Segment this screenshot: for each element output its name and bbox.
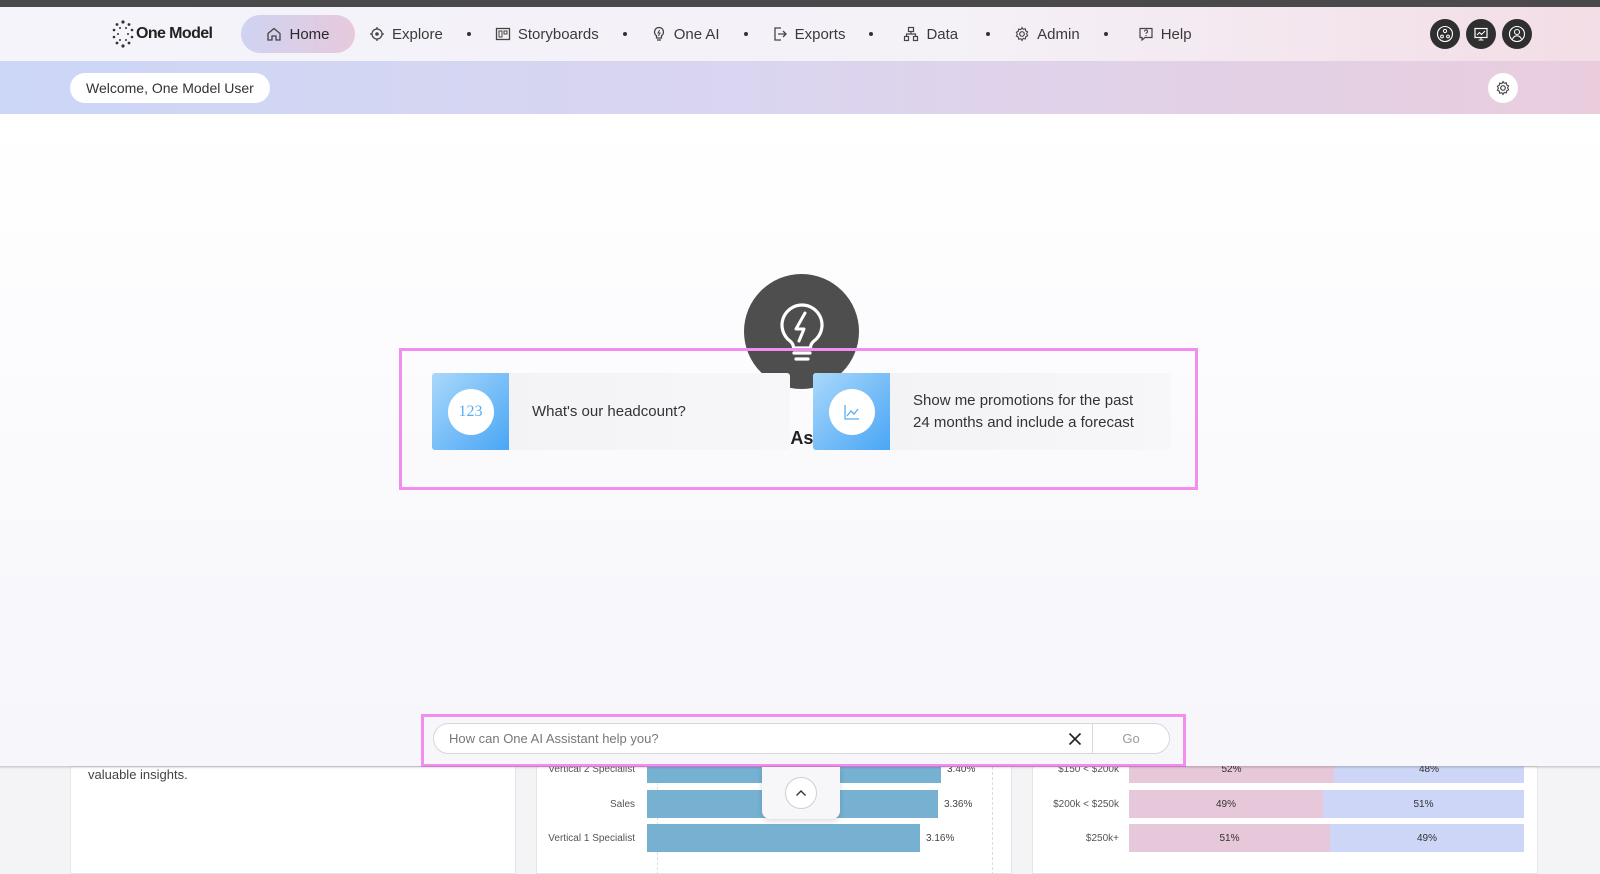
nav-label-home: Home: [289, 25, 330, 43]
nav-separator: [466, 32, 471, 36]
help-icon: [1139, 27, 1153, 42]
nav-separator: [986, 32, 991, 36]
suggestion-text: Show me promotions for the past 24 month…: [913, 391, 1134, 431]
org-chart-icon: [1436, 25, 1454, 43]
numbers-icon: 123: [447, 388, 494, 435]
admin-icon: [1015, 26, 1029, 42]
bar-row: Sales 3.36%: [537, 790, 972, 818]
navbar-right-actions: [1430, 19, 1532, 49]
nav-separator: [1103, 32, 1108, 36]
stacked-segment-a: 49%: [1129, 790, 1323, 818]
nav-item-exports[interactable]: Exports: [758, 15, 860, 53]
logo-text: One Model: [136, 25, 213, 42]
nav-separator: [622, 32, 627, 36]
numbers-icon-text: 123: [458, 402, 483, 420]
one-model-logo[interactable]: One Model: [112, 17, 213, 51]
nav-label-exports: Exports: [794, 25, 846, 43]
nav-item-storyboards[interactable]: Storyboards: [481, 15, 613, 53]
dashboard-card-stacked-chart: $150 < $200k 52% 48% $200k < $250k 49% 51% $25…: [1032, 755, 1538, 874]
bar-value-label: 3.36%: [944, 798, 973, 810]
window-top-strip: [0, 0, 1600, 7]
one-ai-icon: [653, 26, 664, 41]
card-text: valuable insights.: [88, 767, 188, 782]
nav-label-help: Help: [1160, 25, 1192, 43]
nav-label-explore: Explore: [392, 25, 443, 43]
welcome-bar: Welcome, One Model User: [0, 61, 1600, 114]
org-chart-button[interactable]: [1430, 19, 1460, 49]
user-profile-button[interactable]: [1502, 19, 1532, 49]
dashboard-card-text: valuable insights.: [70, 766, 516, 874]
chevron-up-icon: [796, 790, 806, 796]
explore-icon: [370, 27, 384, 41]
stacked-segment-a: 51%: [1129, 824, 1330, 852]
bar-value-label: 3.16%: [926, 832, 955, 844]
stacked-row: $250k+ 51% 49%: [1033, 824, 1524, 852]
nav-label-data: Data: [926, 25, 959, 43]
bar-label: Vertical 1 Specialist: [548, 832, 635, 844]
storyboards-icon: [495, 27, 511, 41]
user-profile-icon: [1508, 25, 1526, 43]
bar: [647, 824, 920, 852]
line-chart-icon-wrap: [828, 388, 875, 435]
nav-item-admin[interactable]: Admin: [1000, 15, 1094, 53]
bar-label: Sales: [609, 798, 635, 810]
presentation-button[interactable]: [1466, 19, 1496, 49]
stacked-segment-b: 51%: [1323, 790, 1524, 818]
top-navbar: One Model Home Explore Storyboards One A…: [0, 7, 1600, 61]
stacked-row: $200k < $250k 49% 51%: [1033, 790, 1524, 818]
home-settings-button[interactable]: [1488, 73, 1518, 103]
go-button[interactable]: Go: [1092, 724, 1169, 753]
nav-item-one-ai[interactable]: One AI: [637, 15, 734, 53]
suggestion-headcount[interactable]: 123 What's our headcount?: [432, 373, 790, 450]
assistant-query-bar: Go: [433, 723, 1170, 754]
home-icon: [267, 27, 282, 41]
close-icon: [1068, 732, 1082, 745]
nav-item-help[interactable]: Help: [1124, 15, 1206, 53]
nav-item-home[interactable]: Home: [241, 15, 355, 53]
collapse-panel-tab[interactable]: [762, 767, 840, 819]
stacked-label: $200k < $250k: [1053, 798, 1119, 810]
data-icon: [904, 26, 919, 42]
line-chart-icon: [843, 404, 859, 420]
nav-item-explore[interactable]: Explore: [355, 15, 457, 53]
chart-gridline: [992, 767, 993, 874]
suggestion-icon-box: [813, 373, 890, 450]
suggestion-text: What's our headcount?: [532, 402, 686, 420]
nav-separator: [743, 32, 748, 36]
welcome-pill: Welcome, One Model User: [70, 73, 270, 103]
nav-label-one-ai: One AI: [673, 25, 720, 43]
bar-row: Vertical 1 Specialist 3.16%: [537, 824, 954, 852]
stacked-segment-b: 49%: [1330, 824, 1524, 852]
nav-label-admin: Admin: [1037, 25, 1080, 43]
clear-query-button[interactable]: [1058, 724, 1092, 753]
exports-icon: [773, 27, 787, 41]
gear-icon: [1496, 80, 1510, 96]
nav-separator: [869, 32, 874, 36]
assistant-query-input[interactable]: [434, 724, 1058, 753]
collapse-panel-button[interactable]: [785, 777, 817, 809]
stacked-label: $250k+: [1085, 832, 1119, 844]
main-nav: Home Explore Storyboards One AI Exports …: [241, 15, 1206, 53]
chart-gridline: [657, 767, 658, 874]
nav-label-storyboards: Storyboards: [517, 25, 599, 43]
suggestion-promotions-forecast[interactable]: Show me promotions for the past 24 month…: [813, 373, 1171, 450]
nav-item-data[interactable]: Data: [889, 15, 972, 53]
presentation-icon: [1474, 27, 1488, 41]
logo-mark-icon: [112, 20, 134, 48]
suggestion-icon-box: 123: [432, 373, 509, 450]
